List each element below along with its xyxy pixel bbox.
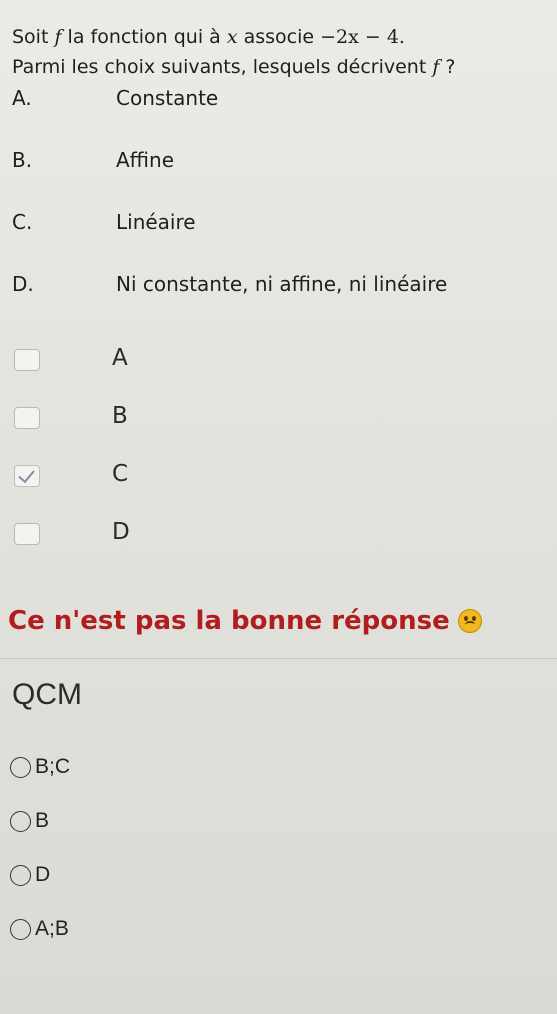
checkbox-b[interactable]: [14, 407, 40, 429]
answer-option-c[interactable]: C: [14, 461, 314, 519]
choice-list: A. Constante B. Affine C. Linéaire D. Ni…: [12, 84, 532, 332]
qcm-option-2[interactable]: B: [10, 809, 310, 865]
choice-text: Constante: [116, 86, 219, 110]
choice-item-b: B. Affine: [12, 146, 532, 208]
answer-label: A: [112, 345, 128, 371]
radio-button[interactable]: [10, 865, 31, 886]
choice-item-a: A. Constante: [12, 84, 532, 146]
question-expression: −2x − 4.: [320, 26, 405, 48]
question-line-2-text: Parmi les choix suivants, lesquels décri…: [12, 56, 433, 78]
choice-item-d: D. Ni constante, ni affine, ni linéaire: [12, 270, 532, 332]
radio-button[interactable]: [10, 919, 31, 940]
feedback-message: Ce n'est pas la bonne réponse: [8, 606, 482, 636]
question-line-1-mid: la fonction qui à: [61, 26, 227, 48]
checkbox-c[interactable]: [14, 465, 40, 487]
answer-option-a[interactable]: A: [14, 345, 314, 403]
sad-face-icon: [457, 609, 482, 633]
checkbox-d[interactable]: [14, 523, 40, 545]
section-divider: [0, 658, 557, 659]
question-line-1: Soit f la fonction qui à x associe −2x −…: [12, 22, 456, 52]
question-line-1-assoc: associe: [237, 26, 321, 48]
radio-button[interactable]: [10, 811, 31, 832]
choice-text: Linéaire: [116, 210, 196, 234]
answer-label: B: [112, 403, 128, 429]
answer-option-b[interactable]: B: [14, 403, 314, 461]
choice-letter: A.: [12, 86, 32, 110]
answer-checkbox-list: A B C D: [14, 345, 314, 577]
feedback-text: Ce n'est pas la bonne réponse: [8, 606, 450, 636]
page: Soit f la fonction qui à x associe −2x −…: [0, 0, 557, 1014]
choice-item-c: C. Linéaire: [12, 208, 532, 270]
answer-label: D: [112, 519, 130, 545]
radio-label: A;B: [35, 917, 69, 940]
choice-letter: D.: [12, 272, 34, 296]
question-variable: x: [226, 26, 238, 48]
question-function-name: f: [54, 26, 62, 48]
radio-label: B;C: [35, 755, 71, 778]
qcm-option-4[interactable]: A;B: [10, 917, 310, 973]
answer-label: C: [112, 461, 129, 487]
radio-label: D: [35, 863, 51, 886]
qcm-title: QCM: [12, 678, 82, 711]
answer-option-d[interactable]: D: [14, 519, 314, 577]
choice-letter: C.: [12, 210, 33, 234]
qcm-option-3[interactable]: D: [10, 863, 310, 919]
question-text: Soit f la fonction qui à x associe −2x −…: [12, 22, 456, 82]
question-line-2: Parmi les choix suivants, lesquels décri…: [12, 52, 456, 82]
question-line-2-end: ?: [439, 56, 456, 78]
radio-button[interactable]: [10, 757, 31, 778]
checkmark-icon: [18, 465, 35, 484]
radio-label: B: [35, 809, 50, 832]
choice-letter: B.: [12, 148, 33, 172]
qcm-option-1[interactable]: B;C: [10, 755, 310, 811]
checkbox-a[interactable]: [14, 349, 40, 371]
choice-text: Ni constante, ni affine, ni linéaire: [116, 272, 448, 296]
choice-text: Affine: [116, 148, 174, 172]
qcm-radio-list: B;C B D A;B: [10, 755, 310, 973]
question-line-1-prefix: Soit: [12, 26, 55, 48]
